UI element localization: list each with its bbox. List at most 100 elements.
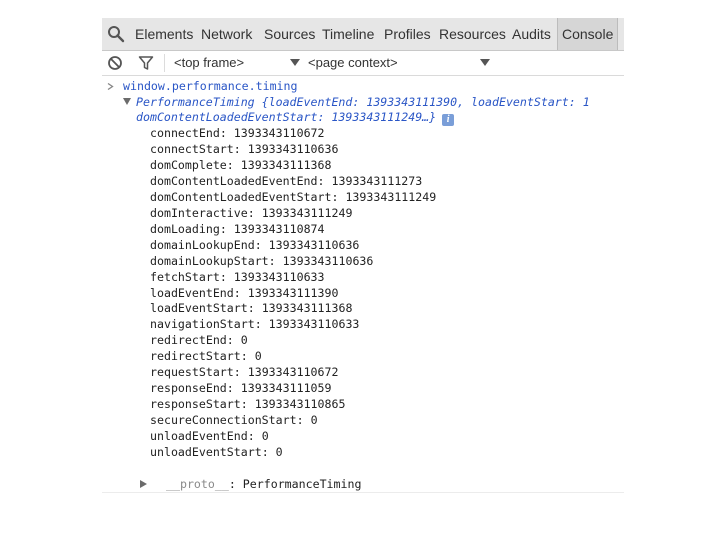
property-row: responseEnd: 1393343111059 xyxy=(150,381,332,396)
context-select[interactable]: <page context> xyxy=(308,55,398,70)
colon: : xyxy=(226,333,241,348)
property-key: unloadEventStart xyxy=(150,445,262,459)
property-value: 1393343110633 xyxy=(268,317,360,332)
console-output: window.performance.timing PerformanceTim… xyxy=(102,76,624,496)
property-row: unloadEventEnd: 0 xyxy=(150,429,269,444)
property-row: connectEnd: 1393343110672 xyxy=(150,126,325,141)
colon: : xyxy=(296,413,311,428)
property-value: 1393343111273 xyxy=(331,173,423,188)
object-header-line2[interactable]: domContentLoadedEventStart: 139334311124… xyxy=(136,110,455,126)
property-row: domComplete: 1393343111368 xyxy=(150,158,332,173)
colon: : xyxy=(254,237,269,252)
property-row: unloadEventStart: 0 xyxy=(150,445,283,460)
property-value: 1393343110636 xyxy=(282,253,374,268)
console-toolbar: <top frame> <page context> xyxy=(102,51,624,76)
colon: : xyxy=(219,221,234,236)
property-key: domComplete xyxy=(150,157,227,172)
property-row: domInteractive: 1393343111249 xyxy=(150,206,352,221)
property-row: loadEventStart: 1393343111368 xyxy=(150,301,352,316)
colon: : xyxy=(317,173,332,188)
colon: : xyxy=(226,381,241,396)
property-row: responseStart: 1393343110865 xyxy=(150,397,345,412)
colon: : xyxy=(268,253,283,268)
devtools-window: Elements Network Sources Timeline Profil… xyxy=(102,18,624,496)
property-value: 1393343111390 xyxy=(247,285,339,300)
colon: : xyxy=(247,429,262,444)
triangle-right-icon[interactable] xyxy=(140,480,147,488)
colon: : xyxy=(233,141,248,156)
proto-row[interactable]: __proto__: PerformanceTiming xyxy=(166,477,361,492)
property-value: 1393343111059 xyxy=(240,381,332,396)
property-row: domContentLoadedEventStart: 139334311124… xyxy=(150,190,436,205)
property-key: domInteractive xyxy=(150,205,248,220)
property-key: domLoading xyxy=(150,221,220,236)
tab-timeline[interactable]: Timeline xyxy=(322,18,374,50)
colon: : xyxy=(331,189,346,204)
property-key: secureConnectionStart xyxy=(150,413,297,428)
property-value: 0 xyxy=(261,429,269,444)
tab-elements[interactable]: Elements xyxy=(135,18,193,50)
console-command: window.performance.timing xyxy=(123,79,298,93)
property-key: connectStart xyxy=(150,141,234,156)
property-value: 1393343110633 xyxy=(233,269,325,284)
tab-resources[interactable]: Resources xyxy=(439,18,506,50)
property-key: requestStart xyxy=(150,365,234,380)
object-header[interactable]: PerformanceTiming {loadEventEnd: 1393343… xyxy=(136,95,590,110)
colon: : xyxy=(247,205,262,220)
colon: : xyxy=(219,126,234,140)
chevron-right-icon xyxy=(107,83,114,90)
property-row: fetchStart: 1393343110633 xyxy=(150,270,325,285)
proto-key: __proto__ xyxy=(166,477,229,491)
colon: : xyxy=(261,445,276,459)
search-icon[interactable] xyxy=(107,25,125,43)
property-key: responseStart xyxy=(150,397,241,412)
colon: : xyxy=(240,349,255,364)
property-key: redirectEnd xyxy=(150,333,227,348)
property-value: 1393343110865 xyxy=(254,397,346,412)
property-row: navigationStart: 1393343110633 xyxy=(150,317,359,332)
object-header-text: domContentLoadedEventStart: 139334311124… xyxy=(136,110,437,124)
property-row: secureConnectionStart: 0 xyxy=(150,413,318,428)
property-row: connectStart: 1393343110636 xyxy=(150,142,338,157)
property-value: 1393343110874 xyxy=(233,221,325,236)
colon: : xyxy=(247,301,262,316)
property-value: 1393343111368 xyxy=(240,157,332,172)
colon: : xyxy=(226,157,241,172)
info-icon[interactable]: i xyxy=(442,114,455,126)
tab-sources[interactable]: Sources xyxy=(264,18,315,50)
colon: : xyxy=(254,317,269,332)
tab-network[interactable]: Network xyxy=(201,18,252,50)
property-value: 0 xyxy=(310,413,318,428)
property-key: connectEnd xyxy=(150,126,220,140)
chevron-down-icon[interactable] xyxy=(290,59,300,66)
property-key: responseEnd xyxy=(150,381,227,396)
property-value: 1393343110636 xyxy=(268,237,360,252)
colon: : xyxy=(233,285,248,300)
property-key: domainLookupStart xyxy=(150,253,269,268)
tab-profiles[interactable]: Profiles xyxy=(384,18,431,50)
colon: : xyxy=(233,365,248,380)
tab-bar: Elements Network Sources Timeline Profil… xyxy=(102,18,624,51)
filter-icon[interactable] xyxy=(138,55,154,71)
property-value: 1393343110672 xyxy=(233,126,325,140)
colon: : xyxy=(219,269,234,284)
clear-console-icon[interactable] xyxy=(107,55,123,71)
tab-audits[interactable]: Audits xyxy=(512,18,551,50)
triangle-down-icon[interactable] xyxy=(123,98,131,105)
proto-value: PerformanceTiming xyxy=(242,477,362,491)
property-value: 0 xyxy=(254,349,262,364)
property-row: loadEventEnd: 1393343111390 xyxy=(150,286,338,301)
property-value: 0 xyxy=(240,333,248,348)
frame-select[interactable]: <top frame> xyxy=(174,55,244,70)
property-key: domContentLoadedEventStart xyxy=(150,189,332,204)
toolbar-separator xyxy=(164,54,165,72)
chevron-down-icon[interactable] xyxy=(480,59,490,66)
property-row: domainLookupStart: 1393343110636 xyxy=(150,254,373,269)
property-row: domLoading: 1393343110874 xyxy=(150,222,325,237)
property-value: 1393343111249 xyxy=(345,189,437,204)
property-value: 1393343111368 xyxy=(261,301,353,316)
tab-console[interactable]: Console xyxy=(557,18,619,50)
property-value: 1393343110636 xyxy=(247,141,339,156)
property-key: fetchStart xyxy=(150,269,220,284)
property-row: redirectStart: 0 xyxy=(150,349,262,364)
